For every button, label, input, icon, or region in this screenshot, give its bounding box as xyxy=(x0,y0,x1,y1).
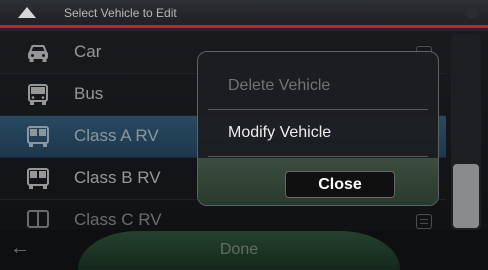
dialog-footer: Close xyxy=(198,158,438,205)
page-title: Select Vehicle to Edit xyxy=(64,6,177,20)
status-indicator xyxy=(466,7,478,19)
modify-vehicle-button[interactable]: Modify Vehicle xyxy=(198,109,438,157)
menu-divider xyxy=(208,156,428,157)
vehicle-options-dialog: Delete Vehicle Modify Vehicle Close xyxy=(197,51,439,206)
close-button[interactable]: Close xyxy=(285,171,395,198)
delete-vehicle-button[interactable]: Delete Vehicle xyxy=(198,62,438,110)
vehicle-select-screen: Select Vehicle to Edit Car Bus Class A R… xyxy=(0,0,488,270)
header-bar: Select Vehicle to Edit xyxy=(0,0,488,28)
up-arrow-icon[interactable] xyxy=(18,7,36,18)
